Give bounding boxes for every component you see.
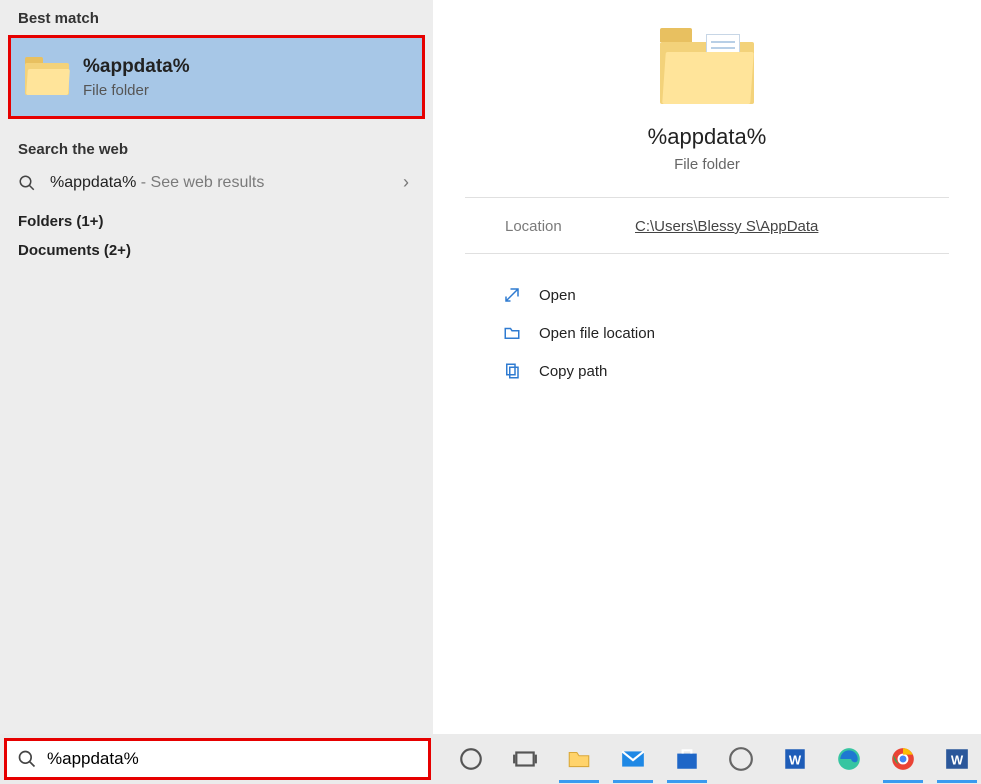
cortana-icon [458, 746, 484, 772]
chevron-right-icon: › [403, 172, 415, 193]
chrome-icon [890, 746, 916, 772]
action-label: Open file location [539, 325, 655, 342]
web-search-result[interactable]: %appdata% - See web results › [0, 164, 433, 207]
category-documents[interactable]: Documents (2+) [0, 236, 433, 265]
best-match-header: Best match [0, 0, 433, 33]
folder-icon [660, 28, 754, 106]
location-path[interactable]: C:\Users\Blessy S\AppData [635, 218, 818, 235]
action-open-location[interactable]: Open file location [497, 314, 917, 352]
best-match-subtitle: File folder [83, 82, 190, 99]
store-icon [674, 746, 700, 772]
action-label: Copy path [539, 363, 607, 380]
best-match-result[interactable]: %appdata% File folder [8, 35, 425, 119]
edge-button[interactable] [825, 735, 873, 783]
location-label: Location [505, 218, 635, 235]
word-online-icon: W [782, 746, 808, 772]
word-button[interactable]: W [933, 735, 981, 783]
edge-icon [836, 746, 862, 772]
file-explorer-icon [566, 746, 592, 772]
open-icon [503, 286, 521, 304]
preview-panel: %appdata% File folder Location C:\Users\… [433, 0, 981, 734]
folder-icon [25, 57, 69, 97]
category-folders[interactable]: Folders (1+) [0, 207, 433, 236]
action-open[interactable]: Open [497, 276, 917, 314]
mail-icon [620, 746, 646, 772]
copy-icon [503, 362, 521, 380]
action-label: Open [539, 287, 576, 304]
taskbar-search-input[interactable] [47, 749, 418, 769]
taskbar-search-box[interactable] [4, 738, 431, 780]
file-explorer-button[interactable] [555, 735, 603, 783]
taskbar: W W [0, 734, 981, 784]
best-match-title: %appdata% [83, 56, 190, 78]
search-icon [17, 749, 37, 769]
search-icon [18, 174, 36, 192]
mail-button[interactable] [609, 735, 657, 783]
task-view-icon [512, 746, 538, 772]
cortana-button[interactable] [447, 735, 495, 783]
search-results-panel: Best match %appdata% File folder Search … [0, 0, 433, 734]
svg-text:W: W [789, 752, 802, 767]
web-result-text: %appdata% - See web results [50, 174, 264, 192]
chrome-button[interactable] [879, 735, 927, 783]
folder-location-icon [503, 324, 521, 342]
word-icon: W [944, 746, 970, 772]
word-online-button[interactable]: W [771, 735, 819, 783]
search-web-header: Search the web [0, 131, 433, 164]
svg-text:W: W [951, 752, 964, 767]
store-button[interactable] [663, 735, 711, 783]
preview-title: %appdata% [648, 124, 767, 150]
task-view-button[interactable] [501, 735, 549, 783]
dell-icon [728, 746, 754, 772]
action-copy-path[interactable]: Copy path [497, 352, 917, 390]
preview-subtitle: File folder [674, 156, 740, 173]
dell-button[interactable] [717, 735, 765, 783]
